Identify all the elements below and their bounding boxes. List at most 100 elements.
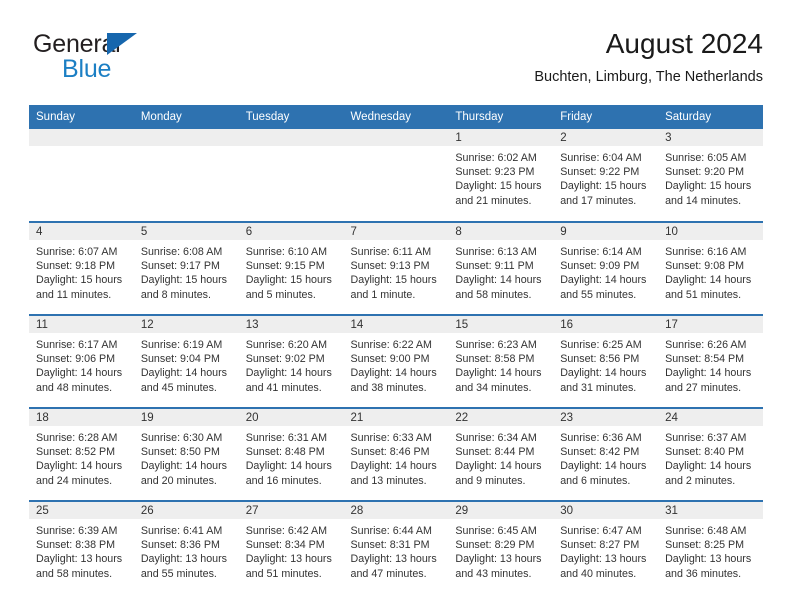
day-number: 15 xyxy=(448,316,554,333)
sunset-text: Sunset: 9:13 PM xyxy=(350,260,430,273)
sunset-text: Sunset: 9:23 PM xyxy=(455,166,535,179)
sunset-text: Sunset: 9:08 PM xyxy=(665,260,745,273)
sunset-text: Sunset: 8:42 PM xyxy=(560,446,640,459)
calendar-day-cell[interactable]: 25 Sunrise: 6:39 AM Sunset: 8:38 PM Dayligh… xyxy=(29,500,134,594)
day-number: 30 xyxy=(553,502,659,519)
day-details: Sunrise: 6:16 AM Sunset: 9:08 PM Daylight:… xyxy=(658,240,763,302)
daylight-text-line2: and 58 minutes. xyxy=(455,288,532,301)
calendar-day-cell[interactable]: 15 Sunrise: 6:23 AM Sunset: 8:58 PM Dayligh… xyxy=(448,314,554,408)
sunrise-text: Sunrise: 6:41 AM xyxy=(140,525,223,537)
sunrise-text: Sunrise: 6:39 AM xyxy=(36,525,118,537)
calendar-day-cell[interactable]: 13 Sunrise: 6:20 AM Sunset: 9:02 PM Dayligh… xyxy=(238,314,344,408)
day-number: 23 xyxy=(553,409,659,426)
sunset-text: Sunset: 8:40 PM xyxy=(665,446,745,459)
day-number: 25 xyxy=(29,502,134,519)
daylight-text-line2: and 34 minutes. xyxy=(455,381,532,394)
sunrise-text: Sunrise: 6:25 AM xyxy=(560,339,642,351)
calendar-day-cell[interactable]: 6 Sunrise: 6:10 AM Sunset: 9:15 PM Daylight… xyxy=(238,221,344,315)
daylight-text-line1: Daylight: 15 hours xyxy=(140,274,227,287)
title-block: August 2024 Buchten, Limburg, The Nether… xyxy=(534,26,763,88)
calendar-day-cell[interactable]: 3 Sunrise: 6:05 AM Sunset: 9:20 PM Daylight… xyxy=(658,129,763,222)
weekday-header-tuesday: Tuesday xyxy=(238,105,344,129)
day-number xyxy=(343,129,449,146)
daylight-text-line1: Daylight: 14 hours xyxy=(140,367,227,380)
day-number: 7 xyxy=(343,223,449,240)
calendar-day-cell[interactable]: 26 Sunrise: 6:41 AM Sunset: 8:36 PM Dayligh… xyxy=(133,500,239,594)
page-title: August 2024 xyxy=(605,28,763,59)
calendar-day-cell[interactable]: 5 Sunrise: 6:08 AM Sunset: 9:17 PM Daylight… xyxy=(133,221,239,315)
calendar-day-cell[interactable]: 17 Sunrise: 6:26 AM Sunset: 8:54 PM Dayligh… xyxy=(658,314,763,408)
day-details: Sunrise: 6:14 AM Sunset: 9:09 PM Daylight:… xyxy=(553,240,658,302)
calendar-day-cell[interactable]: 9 Sunrise: 6:14 AM Sunset: 9:09 PM Daylight… xyxy=(553,221,659,315)
calendar-day-cell[interactable]: 1 Sunrise: 6:02 AM Sunset: 9:23 PM Daylight… xyxy=(448,129,554,222)
day-details: Sunrise: 6:37 AM Sunset: 8:40 PM Daylight:… xyxy=(658,426,763,488)
calendar-day-cell[interactable]: 10 Sunrise: 6:16 AM Sunset: 9:08 PM Dayligh… xyxy=(658,221,763,315)
calendar-week-row: 25 Sunrise: 6:39 AM Sunset: 8:38 PM Dayligh… xyxy=(29,500,763,594)
day-details: Sunrise: 6:02 AM Sunset: 9:23 PM Daylight:… xyxy=(448,146,553,208)
day-details: Sunrise: 6:42 AM Sunset: 8:34 PM Daylight:… xyxy=(239,519,344,581)
daylight-text-line2: and 55 minutes. xyxy=(140,567,217,580)
day-details: Sunrise: 6:28 AM Sunset: 8:52 PM Daylight:… xyxy=(29,426,134,488)
calendar-day-cell[interactable]: 30 Sunrise: 6:47 AM Sunset: 8:27 PM Dayligh… xyxy=(553,500,659,594)
sunrise-text: Sunrise: 6:08 AM xyxy=(140,246,223,258)
daylight-text-line2: and 45 minutes. xyxy=(140,381,217,394)
sunset-text: Sunset: 9:06 PM xyxy=(36,353,116,366)
day-number: 20 xyxy=(238,409,344,426)
calendar-day-cell[interactable]: 16 Sunrise: 6:25 AM Sunset: 8:56 PM Dayligh… xyxy=(553,314,659,408)
day-number: 31 xyxy=(658,502,763,519)
calendar-day-cell[interactable]: 2 Sunrise: 6:04 AM Sunset: 9:22 PM Daylight… xyxy=(553,129,659,222)
calendar-day-cell-empty xyxy=(238,129,344,222)
calendar-day-cell[interactable]: 23 Sunrise: 6:36 AM Sunset: 8:42 PM Dayligh… xyxy=(553,407,659,501)
calendar-day-cell-empty xyxy=(133,129,239,222)
daylight-text-line1: Daylight: 14 hours xyxy=(140,460,227,473)
sunset-text: Sunset: 9:02 PM xyxy=(245,353,325,366)
day-details: Sunrise: 6:36 AM Sunset: 8:42 PM Daylight:… xyxy=(553,426,658,488)
day-number: 6 xyxy=(238,223,344,240)
day-details: Sunrise: 6:31 AM Sunset: 8:48 PM Daylight:… xyxy=(239,426,344,488)
calendar-day-cell[interactable]: 11 Sunrise: 6:17 AM Sunset: 9:06 PM Dayligh… xyxy=(29,314,134,408)
day-number: 22 xyxy=(448,409,554,426)
sunset-text: Sunset: 8:38 PM xyxy=(36,539,116,552)
calendar-day-cell[interactable]: 18 Sunrise: 6:28 AM Sunset: 8:52 PM Dayligh… xyxy=(29,407,134,501)
daylight-text-line2: and 40 minutes. xyxy=(560,567,637,580)
daylight-text-line2: and 41 minutes. xyxy=(245,381,322,394)
calendar-day-cell[interactable]: 12 Sunrise: 6:19 AM Sunset: 9:04 PM Dayligh… xyxy=(133,314,239,408)
daylight-text-line2: and 31 minutes. xyxy=(560,381,637,394)
daylight-text-line1: Daylight: 14 hours xyxy=(455,274,542,287)
calendar-day-cell[interactable]: 8 Sunrise: 6:13 AM Sunset: 9:11 PM Daylight… xyxy=(448,221,554,315)
calendar-day-cell[interactable]: 28 Sunrise: 6:44 AM Sunset: 8:31 PM Dayligh… xyxy=(343,500,449,594)
calendar-day-cell[interactable]: 24 Sunrise: 6:37 AM Sunset: 8:40 PM Dayligh… xyxy=(658,407,763,501)
daylight-text-line1: Daylight: 14 hours xyxy=(36,460,123,473)
sunset-text: Sunset: 9:09 PM xyxy=(560,260,640,273)
calendar-day-cell[interactable]: 27 Sunrise: 6:42 AM Sunset: 8:34 PM Dayligh… xyxy=(238,500,344,594)
calendar-day-cell[interactable]: 19 Sunrise: 6:30 AM Sunset: 8:50 PM Dayligh… xyxy=(133,407,239,501)
calendar-day-cell[interactable]: 4 Sunrise: 6:07 AM Sunset: 9:18 PM Daylight… xyxy=(29,221,134,315)
day-details: Sunrise: 6:47 AM Sunset: 8:27 PM Daylight:… xyxy=(553,519,658,581)
daylight-text-line1: Daylight: 14 hours xyxy=(245,367,332,380)
sunrise-text: Sunrise: 6:16 AM xyxy=(665,246,747,258)
calendar-week-row: 18 Sunrise: 6:28 AM Sunset: 8:52 PM Dayligh… xyxy=(29,407,763,501)
day-number: 5 xyxy=(133,223,239,240)
daylight-text-line1: Daylight: 13 hours xyxy=(36,553,123,566)
calendar-week-row: 11 Sunrise: 6:17 AM Sunset: 9:06 PM Dayligh… xyxy=(29,314,763,408)
calendar-day-cell[interactable]: 20 Sunrise: 6:31 AM Sunset: 8:48 PM Dayligh… xyxy=(238,407,344,501)
day-number: 10 xyxy=(658,223,763,240)
daylight-text-line2: and 58 minutes. xyxy=(36,567,113,580)
daylight-text-line2: and 36 minutes. xyxy=(665,567,742,580)
calendar-day-cell[interactable]: 31 Sunrise: 6:48 AM Sunset: 8:25 PM Dayligh… xyxy=(658,500,763,594)
day-details: Sunrise: 6:39 AM Sunset: 8:38 PM Daylight:… xyxy=(29,519,134,581)
calendar-day-cell[interactable]: 7 Sunrise: 6:11 AM Sunset: 9:13 PM Daylight… xyxy=(343,221,449,315)
daylight-text-line1: Daylight: 13 hours xyxy=(455,553,542,566)
calendar-day-cell[interactable]: 29 Sunrise: 6:45 AM Sunset: 8:29 PM Dayligh… xyxy=(448,500,554,594)
calendar-day-cell[interactable]: 21 Sunrise: 6:33 AM Sunset: 8:46 PM Dayligh… xyxy=(343,407,449,501)
general-blue-logo[interactable]: General Blue xyxy=(33,30,253,86)
calendar-day-cell[interactable]: 14 Sunrise: 6:22 AM Sunset: 9:00 PM Dayligh… xyxy=(343,314,449,408)
day-number xyxy=(133,129,239,146)
daylight-text-line2: and 21 minutes. xyxy=(455,194,532,207)
sunset-text: Sunset: 8:25 PM xyxy=(665,539,745,552)
sunrise-text: Sunrise: 6:44 AM xyxy=(350,525,432,537)
day-number: 14 xyxy=(343,316,449,333)
triangle-logo-icon xyxy=(107,33,137,55)
weekday-header-thursday: Thursday xyxy=(448,105,554,129)
calendar-day-cell[interactable]: 22 Sunrise: 6:34 AM Sunset: 8:44 PM Dayligh… xyxy=(448,407,554,501)
